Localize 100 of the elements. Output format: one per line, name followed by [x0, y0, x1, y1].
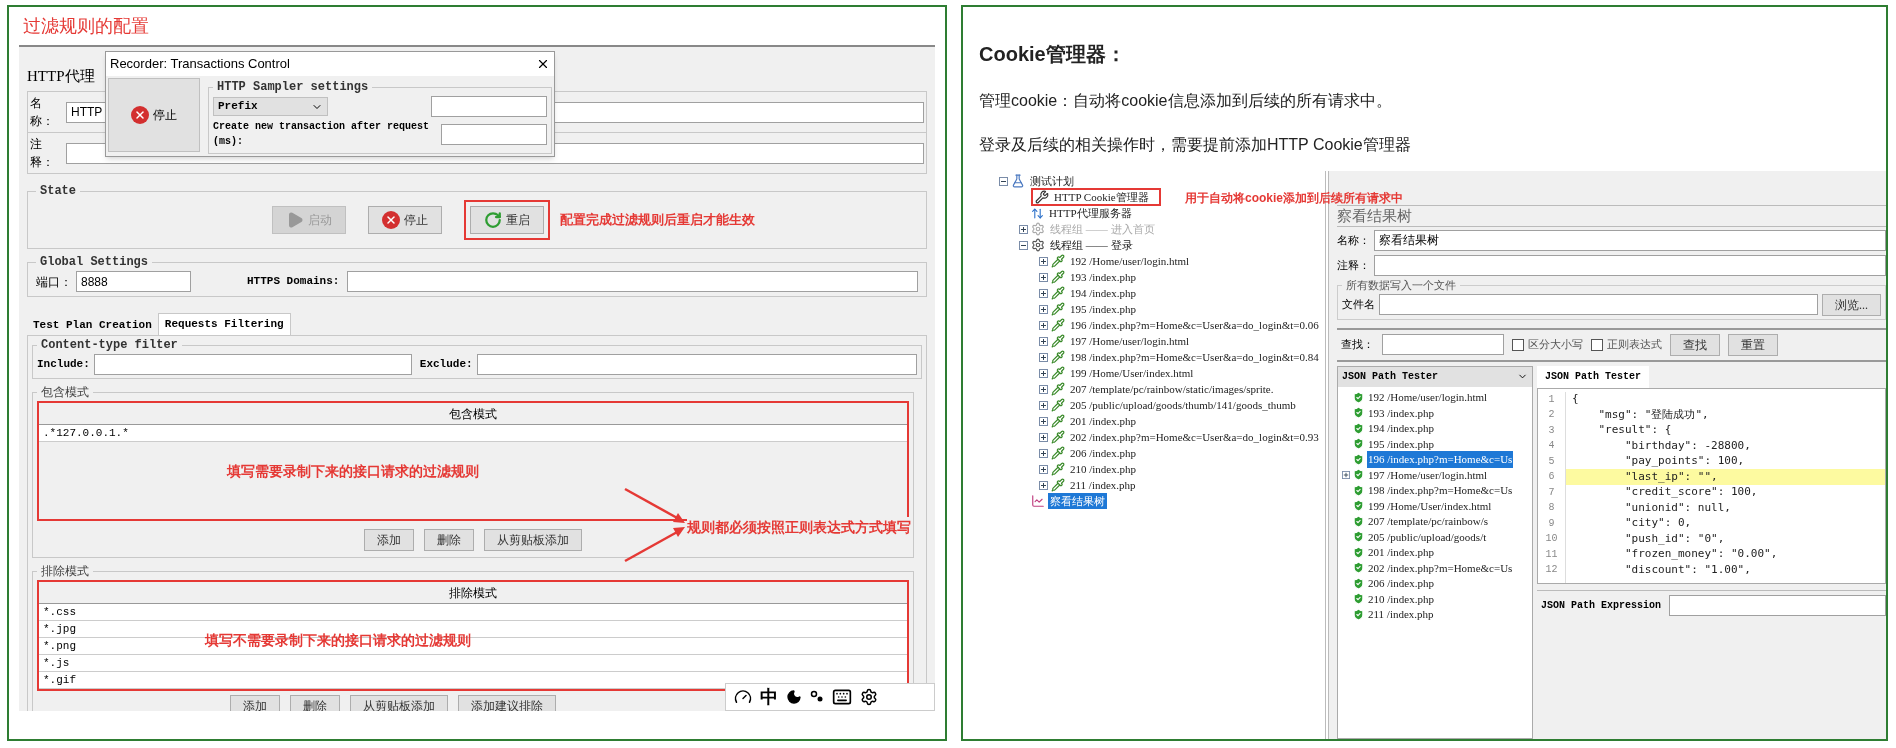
expand-icon[interactable] — [1039, 368, 1048, 378]
tree-item[interactable]: 202 /index.php?m=Home&c=User&a=do_login&t=0.93 — [1068, 428, 1321, 446]
tree-item[interactable]: 207 /template/pc/rainbow/static/images/sprite. — [1068, 380, 1276, 398]
gauge-icon[interactable] — [734, 688, 752, 706]
tree-item[interactable]: HTTP Cookie管理器 — [1052, 188, 1151, 206]
line-number: 9 — [1548, 516, 1555, 531]
result-item[interactable]: 207 /template/pc/rainbow/s — [1367, 513, 1490, 530]
result-item[interactable]: 199 /Home/User/index.html — [1367, 497, 1493, 514]
expand-icon[interactable] — [1039, 352, 1048, 362]
expand-icon[interactable] — [1039, 400, 1048, 410]
settings-icon[interactable] — [860, 688, 878, 706]
tree-item[interactable]: 206 /index.php — [1068, 444, 1138, 462]
port-field[interactable]: 8888 — [76, 271, 191, 292]
tree-item[interactable]: 210 /index.php — [1068, 460, 1138, 478]
expand-icon[interactable] — [1039, 304, 1048, 314]
table-cell[interactable]: *.png — [43, 637, 76, 655]
result-item[interactable]: 205 /public/upload/goods/t — [1367, 528, 1488, 545]
result-item[interactable]: 211 /index.php — [1367, 606, 1435, 623]
result-item[interactable]: 193 /index.php — [1367, 404, 1435, 421]
moon-icon[interactable] — [786, 689, 802, 705]
table-cell[interactable]: *.jpg — [43, 620, 76, 638]
tree-item[interactable]: 195 /index.php — [1068, 300, 1138, 318]
stop-button[interactable]: 停止 — [108, 78, 200, 152]
transaction-field[interactable] — [441, 123, 547, 145]
include-field[interactable] — [93, 354, 412, 375]
action-button[interactable]: 从剪贴板添加 — [350, 695, 448, 711]
field-label: 查找： — [1341, 337, 1374, 353]
table-cell[interactable]: *.js — [43, 654, 70, 672]
expand-icon[interactable] — [1039, 336, 1048, 346]
expand-icon[interactable] — [1039, 432, 1048, 442]
tree-item[interactable]: 198 /index.php?m=Home&c=User&a=do_login&t=0.84 — [1068, 348, 1321, 366]
action-button[interactable]: 重置 — [1728, 333, 1778, 356]
ime-mode[interactable]: 中 — [760, 683, 778, 711]
tree-item[interactable]: 测试计划 — [1028, 172, 1076, 190]
result-item[interactable]: 202 /index.php?m=Home&c=Us — [1367, 559, 1514, 576]
result-item[interactable]: 197 /Home/user/login.html — [1367, 466, 1489, 483]
tree-item[interactable]: 211 /index.php — [1068, 476, 1138, 494]
tree-item[interactable]: 205 /public/upload/goods/thumb/141/goods_thumb — [1068, 396, 1298, 414]
comment-field[interactable] — [1374, 254, 1886, 276]
result-item[interactable]: 196 /index.php?m=Home&c=Us — [1367, 451, 1514, 468]
result-item[interactable]: 198 /index.php?m=Home&c=Us — [1367, 482, 1514, 499]
expand-icon[interactable] — [1039, 448, 1048, 458]
expand-icon[interactable] — [1039, 464, 1048, 474]
action-button[interactable]: 查找 — [1670, 333, 1720, 356]
tree-item[interactable]: 察看结果树 — [1048, 492, 1107, 510]
checkbox[interactable] — [1512, 338, 1524, 351]
action-button[interactable]: 添加 — [364, 529, 414, 551]
action-button[interactable]: 添加建议排除 — [458, 695, 556, 711]
expression-field[interactable] — [1669, 594, 1886, 616]
state-button[interactable]: 重启 — [470, 206, 544, 234]
exclude-field[interactable] — [476, 354, 917, 375]
action-button[interactable]: 删除 — [290, 695, 340, 711]
action-button[interactable]: 删除 — [424, 529, 474, 551]
browse-button[interactable]: 浏览... — [1822, 293, 1881, 316]
expand-icon[interactable] — [1039, 288, 1048, 298]
table-cell[interactable]: .*127.0.0.1.* — [43, 424, 129, 442]
checkbox[interactable] — [1591, 338, 1603, 351]
result-item[interactable]: 210 /index.php — [1367, 590, 1435, 607]
action-button[interactable]: 从剪贴板添加 — [484, 529, 582, 551]
collapse-icon[interactable] — [999, 176, 1008, 186]
collapse-icon[interactable] — [1019, 240, 1028, 250]
tab[interactable]: Requests Filtering — [157, 313, 291, 335]
prefix-dropdown[interactable]: Prefix — [213, 97, 328, 116]
https-domains-field[interactable] — [347, 271, 918, 292]
expand-icon[interactable] — [1039, 416, 1048, 426]
tree-item[interactable]: 201 /index.php — [1068, 412, 1138, 430]
expand-icon[interactable] — [1039, 320, 1048, 330]
tree-item[interactable]: HTTP代理服务器 — [1047, 204, 1134, 222]
expand-icon[interactable] — [1039, 256, 1048, 266]
expand-icon[interactable] — [1039, 272, 1048, 282]
punctuation-icon[interactable] — [810, 690, 824, 704]
tree-item[interactable]: 192 /Home/user/login.html — [1068, 252, 1192, 270]
close-icon[interactable] — [536, 57, 550, 71]
tree-item[interactable]: 线程组 —— 登录 — [1048, 236, 1135, 254]
tree-item[interactable]: 196 /index.php?m=Home&c=User&a=do_login&t=0.06 — [1068, 316, 1321, 334]
action-button[interactable]: 添加 — [230, 695, 280, 711]
result-item[interactable]: 192 /Home/user/login.html — [1367, 389, 1489, 406]
name-field[interactable]: 察看结果树 — [1374, 229, 1886, 251]
filename-field[interactable] — [1379, 294, 1818, 315]
result-item[interactable]: 206 /index.php — [1367, 575, 1435, 592]
tree-item[interactable]: 199 /Home/User/index.html — [1068, 364, 1196, 382]
field-label: JSON Path Expression — [1540, 598, 1663, 613]
tree-item[interactable]: 197 /Home/user/login.html — [1068, 332, 1192, 350]
section-heading: Cookie管理器： — [979, 42, 1127, 67]
keyboard-icon[interactable] — [832, 687, 852, 707]
renderer-dropdown[interactable]: JSON Path Tester — [1338, 366, 1532, 387]
table-cell[interactable]: *.css — [43, 603, 76, 621]
refresh-icon — [484, 211, 502, 229]
expand-icon[interactable] — [1039, 384, 1048, 394]
table-cell[interactable]: *.gif — [43, 671, 76, 689]
search-field[interactable] — [1382, 334, 1504, 355]
state-button[interactable]: 停止 — [368, 206, 442, 234]
result-item[interactable]: 194 /index.php — [1367, 420, 1435, 437]
result-item[interactable]: 195 /index.php — [1367, 435, 1435, 452]
result-item[interactable]: 201 /index.php — [1367, 544, 1435, 561]
expand-icon[interactable] — [1039, 480, 1048, 490]
prefix-field[interactable] — [431, 96, 547, 117]
tab[interactable]: JSON Path Tester — [1537, 365, 1649, 388]
tree-item[interactable]: 193 /index.php — [1068, 268, 1138, 286]
tree-item[interactable]: 194 /index.php — [1068, 284, 1138, 302]
